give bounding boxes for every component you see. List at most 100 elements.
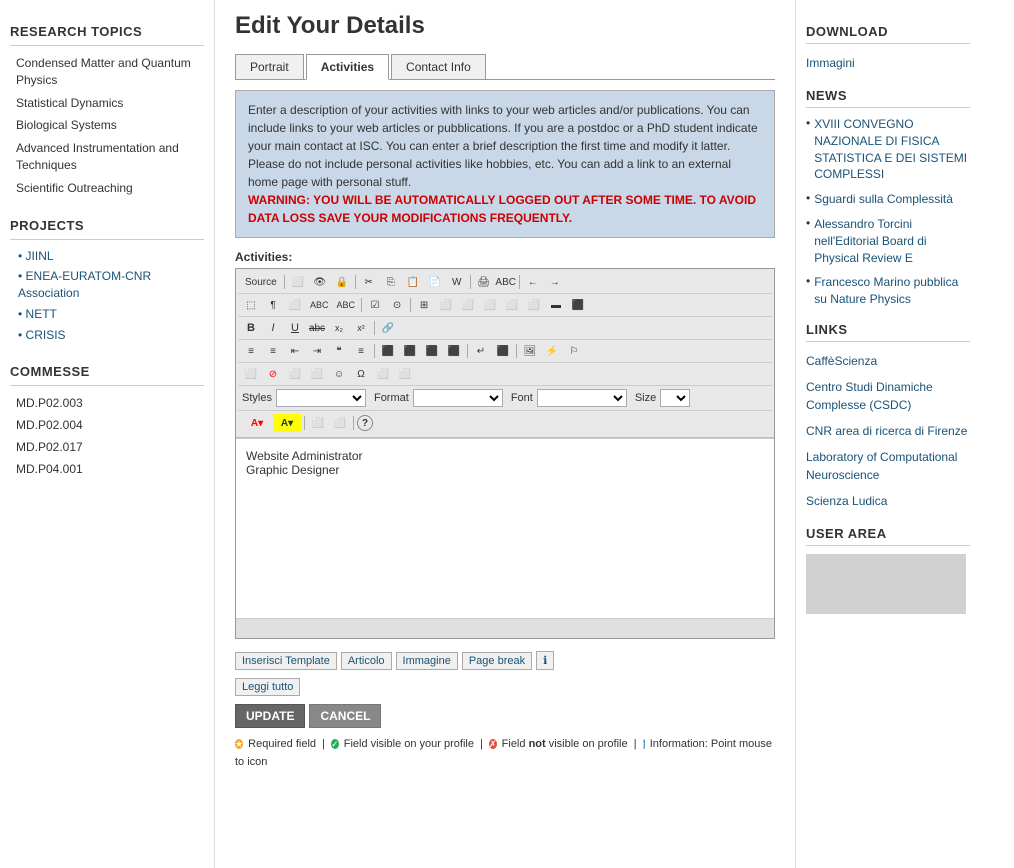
tb-r2-14[interactable]: ⬜ xyxy=(524,296,544,314)
tb-r2-15[interactable]: ▬ xyxy=(546,296,566,314)
format-select[interactable] xyxy=(413,389,503,407)
tb-r2-11[interactable]: ⬜ xyxy=(458,296,478,314)
sidebar-item-crisis[interactable]: CRISIS xyxy=(10,325,204,346)
tb-align-center[interactable]: ⬛ xyxy=(400,342,420,360)
sidebar-item-statistical-dynamics[interactable]: Statistical Dynamics xyxy=(10,92,204,115)
btn-page-break[interactable]: Page break xyxy=(462,652,532,670)
tb-r6-3[interactable]: ⬜ xyxy=(308,414,328,432)
tb-blockquote[interactable]: ❝ xyxy=(329,342,349,360)
news-link-4[interactable]: Francesco Marino pubblica su Nature Phys… xyxy=(814,274,970,308)
btn-inserisci-template[interactable]: Inserisci Template xyxy=(235,652,337,670)
tab-activities[interactable]: Activities xyxy=(306,54,389,80)
tb-highlight[interactable]: A▾ xyxy=(273,414,301,432)
link-scienza-ludica[interactable]: Scienza Ludica xyxy=(806,490,970,512)
tb-font-color[interactable]: A▾ xyxy=(243,414,271,432)
tb-flag[interactable]: ⚐ xyxy=(564,342,584,360)
tab-portrait[interactable]: Portrait xyxy=(235,54,304,79)
tb-justify[interactable]: ⬛ xyxy=(444,342,464,360)
tb-spell[interactable]: ABC xyxy=(496,273,516,291)
tb-r2-3[interactable]: ⬜ xyxy=(285,296,305,314)
tb-r2-10[interactable]: ⬜ xyxy=(436,296,456,314)
tb-r6-4[interactable]: ⬜ xyxy=(330,414,350,432)
btn-leggi-tutto[interactable]: Leggi tutto xyxy=(235,678,300,696)
tb-strikethrough[interactable]: abc xyxy=(307,319,327,337)
tb-ul[interactable]: ≡ xyxy=(263,342,283,360)
link-csdc[interactable]: Centro Studi Dinamiche Complesse (CSDC) xyxy=(806,376,970,416)
tb-r5-8[interactable]: ⬜ xyxy=(395,365,415,383)
sidebar-item-scientific-outreaching[interactable]: Scientific Outreaching xyxy=(10,177,204,200)
tb-r2-2[interactable]: ¶ xyxy=(263,296,283,314)
tb-r5-7[interactable]: ⬜ xyxy=(373,365,393,383)
size-select[interactable] xyxy=(660,389,690,407)
tb-copy[interactable]: ⎘ xyxy=(381,273,401,291)
tb-r5-3[interactable]: ⬜ xyxy=(285,365,305,383)
tb-r5-1[interactable]: ⬜ xyxy=(241,365,261,383)
tb-preview[interactable]: 👁 xyxy=(310,273,330,291)
download-immagini[interactable]: Immagini xyxy=(806,52,970,74)
sidebar-item-enea[interactable]: ENEA-EURATOM-CNR Association xyxy=(10,266,204,304)
news-item-1: • XVIII CONVEGNO NAZIONALE DI FISICA STA… xyxy=(806,116,970,183)
link-lcn[interactable]: Laboratory of Computational Neuroscience xyxy=(806,446,970,486)
tb-undo[interactable]: ← xyxy=(523,273,543,291)
tb-paste[interactable]: 📋 xyxy=(403,273,423,291)
tb-ol[interactable]: ≡ xyxy=(241,342,261,360)
btn-articolo[interactable]: Articolo xyxy=(341,652,392,670)
tab-contact-info[interactable]: Contact Info xyxy=(391,54,486,79)
btn-immagine[interactable]: Immagine xyxy=(396,652,458,670)
editor-body[interactable]: Website Administrator Graphic Designer xyxy=(236,438,774,618)
tb-superscript[interactable]: x² xyxy=(351,319,371,337)
tb-link[interactable]: 🔗 xyxy=(378,319,398,337)
sidebar-item-jiinl[interactable]: JIINL xyxy=(10,246,204,267)
tb-r4-12[interactable]: ↵ xyxy=(471,342,491,360)
tb-help[interactable]: ? xyxy=(357,415,373,431)
tb-cut[interactable]: ✂ xyxy=(359,273,379,291)
tb-print[interactable]: 🖨 xyxy=(474,273,494,291)
tb-new-page[interactable]: ⬜ xyxy=(288,273,308,291)
cancel-button[interactable]: CANCEL xyxy=(309,704,381,728)
tb-r5-4[interactable]: ⬜ xyxy=(307,365,327,383)
tb-italic[interactable]: I xyxy=(263,319,283,337)
editor-toolbar: Source ⬜ 👁 🔒 ✂ ⎘ 📋 📄 W 🖨 ABC ← xyxy=(236,269,774,438)
tb-r5-no[interactable]: ⊘ xyxy=(263,365,283,383)
link-cnr[interactable]: CNR area di ricerca di Firenze xyxy=(806,420,970,442)
sidebar-item-biological-systems[interactable]: Biological Systems xyxy=(10,114,204,137)
tb-r2-1[interactable]: ⬚ xyxy=(241,296,261,314)
tb-r2-13[interactable]: ⬜ xyxy=(502,296,522,314)
tb-r2-12[interactable]: ⬜ xyxy=(480,296,500,314)
tb-r4-13[interactable]: ⬛ xyxy=(493,342,513,360)
tb-r2-16[interactable]: ⬛ xyxy=(568,296,588,314)
tb-special-char[interactable]: Ω xyxy=(351,365,371,383)
tb-underline[interactable]: U xyxy=(285,319,305,337)
news-link-1[interactable]: XVIII CONVEGNO NAZIONALE DI FISICA STATI… xyxy=(814,116,970,183)
news-link-3[interactable]: Alessandro Torcini nell'Editorial Board … xyxy=(814,216,970,266)
btn-info[interactable]: ℹ xyxy=(536,651,554,670)
link-caffescienza[interactable]: CaffèScienza xyxy=(806,350,970,372)
tb-outdent[interactable]: ⇤ xyxy=(285,342,305,360)
news-link-2[interactable]: Sguardi sulla Complessità xyxy=(814,191,953,208)
tb-table[interactable]: ⊞ xyxy=(414,296,434,314)
tb-align-right[interactable]: ⬛ xyxy=(422,342,442,360)
sidebar-item-nett[interactable]: NETT xyxy=(10,304,204,325)
tb-source[interactable]: Source xyxy=(241,273,281,291)
font-select[interactable] xyxy=(537,389,627,407)
tb-paste-text[interactable]: 📄 xyxy=(425,273,445,291)
sidebar-item-advanced-instrumentation[interactable]: Advanced Instrumentation and Techniques xyxy=(10,137,204,177)
tb-find[interactable]: ABC xyxy=(307,296,332,314)
tb-paste-word[interactable]: W xyxy=(447,273,467,291)
tb-checkbox[interactable]: ☑ xyxy=(365,296,385,314)
tb-indent[interactable]: ⇥ xyxy=(307,342,327,360)
styles-select[interactable] xyxy=(276,389,366,407)
tb-replace[interactable]: ABC xyxy=(334,296,359,314)
tb-bold[interactable]: B xyxy=(241,319,261,337)
tb-templates[interactable]: 🔒 xyxy=(332,273,352,291)
tb-radio[interactable]: ⊙ xyxy=(387,296,407,314)
tb-align-left[interactable]: ⬛ xyxy=(378,342,398,360)
sidebar-item-condensed-matter[interactable]: Condensed Matter and Quantum Physics xyxy=(10,52,204,92)
tb-flash[interactable]: ⚡ xyxy=(542,342,562,360)
tb-subscript[interactable]: x₂ xyxy=(329,319,349,337)
tb-redo[interactable]: → xyxy=(545,273,565,291)
tb-smiley[interactable]: ☺ xyxy=(329,365,349,383)
update-button[interactable]: UPDATE xyxy=(235,704,305,728)
tb-image[interactable]: 🖼 xyxy=(520,342,540,360)
tb-div[interactable]: ≡ xyxy=(351,342,371,360)
